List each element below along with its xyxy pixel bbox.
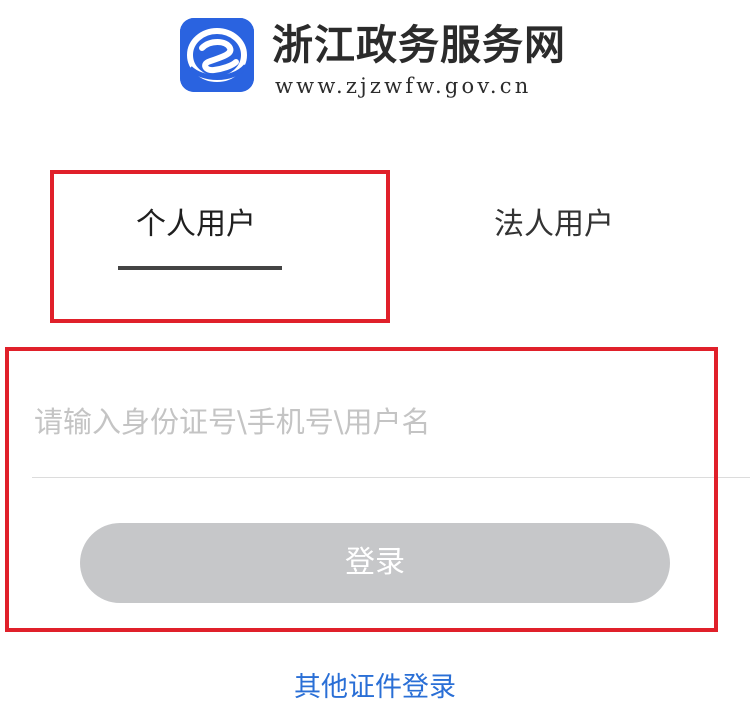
other-id-login-link[interactable]: 其他证件登录 [0, 668, 750, 708]
site-title: 浙江政务服务网 [272, 21, 566, 69]
highlight-box-form [5, 347, 718, 632]
tab-legal-user[interactable]: 法人用户 [494, 200, 614, 250]
site-url: www.zjzwfw.gov.cn [275, 74, 532, 98]
zj-logo-icon [180, 18, 254, 92]
site-header: 浙江政务服务网 www.zjzwfw.gov.cn [180, 18, 580, 98]
highlight-box-tabs [50, 170, 390, 323]
